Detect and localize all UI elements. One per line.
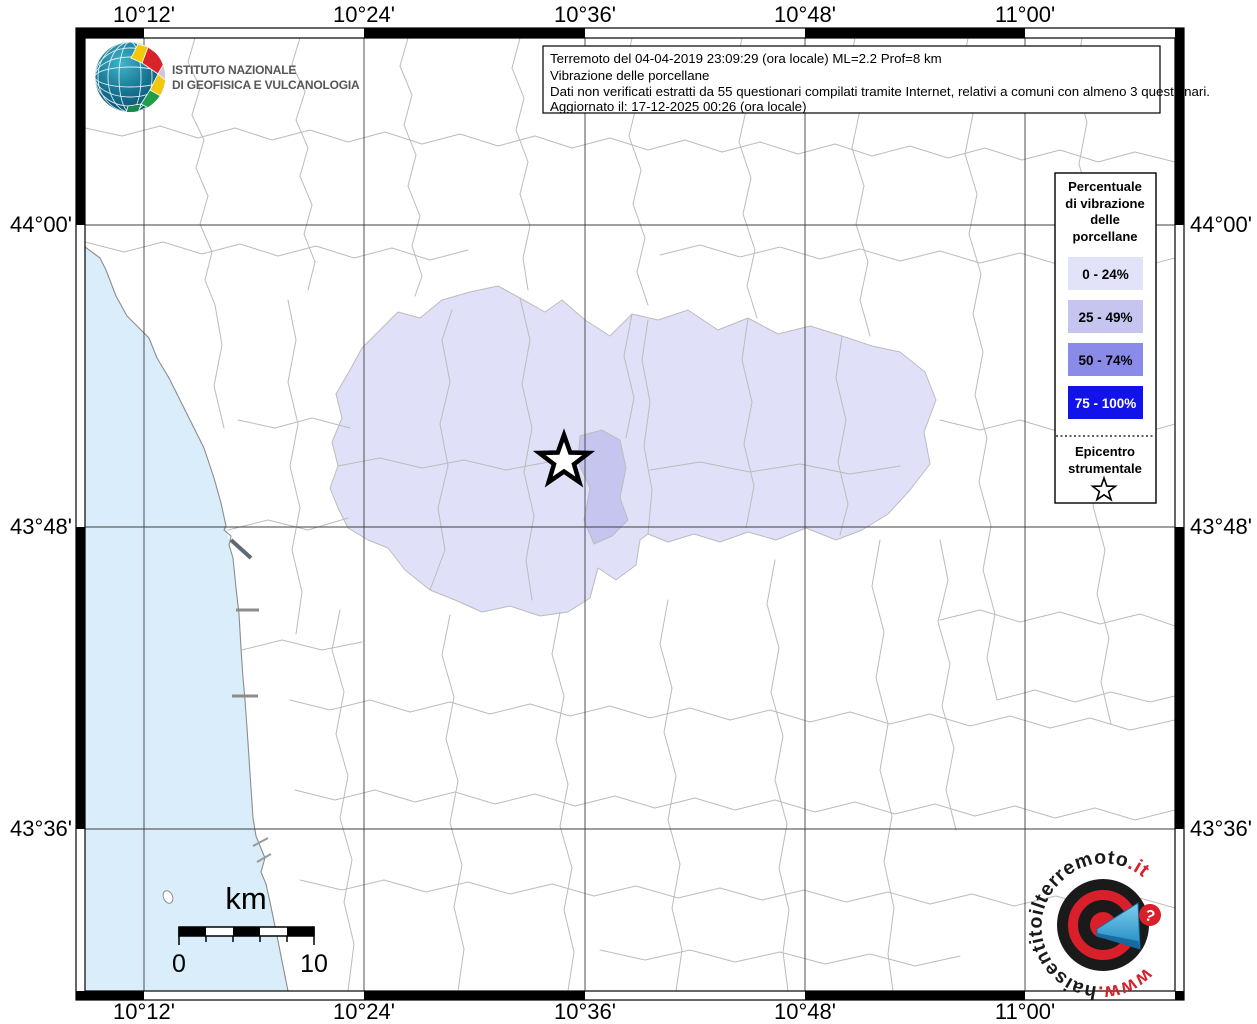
ingv-name-line1: ISTITUTO NAZIONALE [172,63,296,77]
right-axis-label-0: 44°00' [1190,212,1252,237]
left-axis-label-2: 43°36' [10,816,72,841]
legend-title-line4: porcellane [1072,229,1137,244]
left-axis-label-1: 43°48' [10,514,72,539]
map-area [85,38,1175,991]
legend-title-line3: delle [1090,212,1120,227]
scale-unit-label: km [225,881,266,916]
legend-class-label-1: 25 - 49% [1078,310,1132,325]
bottom-axis-label-2: 10°36' [554,999,616,1024]
axis-labels-right: 44°00' 43°48' 43°36' [1190,212,1252,841]
legend-class-label-2: 50 - 74% [1078,353,1132,368]
event-info-box: Terremoto del 04-04-2019 23:09:29 (ora l… [542,45,1210,114]
legend-title-line2: di vibrazione [1065,196,1144,211]
legend-class-label-3: 75 - 100% [1075,396,1137,411]
legend-epicenter-line1: Epicentro [1075,444,1135,459]
top-axis-label-0: 10°12' [113,2,175,27]
right-axis-label-1: 43°48' [1190,514,1252,539]
legend-class-label-0: 0 - 24% [1082,267,1129,282]
bottom-axis-label-1: 10°24' [333,999,395,1024]
left-axis-label-0: 44°00' [10,212,72,237]
top-axis-label-3: 10°48' [774,2,836,27]
legend-title-line1: Percentuale [1068,179,1142,194]
info-line-effect: Vibrazione delle porcellane [550,68,709,83]
axis-labels-top: 10°12' 10°24' 10°36' 10°48' 11°00' [113,2,1055,27]
top-axis-label-4: 11°00' [995,2,1055,27]
info-line-updated: Aggiornato il: 17-12-2025 00:26 (ora loc… [550,99,807,114]
bottom-axis-label-4: 11°00' [995,999,1055,1024]
info-line-disclaimer: Dati non verificati estratti da 55 quest… [550,84,1210,99]
scale-min-label: 0 [172,950,186,978]
legend-class-row: 0 - 24% [1068,257,1143,290]
legend-class-row: 25 - 49% [1068,300,1143,333]
legend: Percentuale di vibrazione delle porcella… [1054,172,1157,504]
ingv-name-line2: DI GEOFISICA E VULCANOLOGIA [172,78,360,92]
right-axis-label-2: 43°36' [1190,816,1252,841]
top-axis-label-2: 10°36' [554,2,616,27]
legend-class-row: 50 - 74% [1068,343,1143,376]
top-axis-label-1: 10°24' [333,2,395,27]
earthquake-intensity-map: 10°12' 10°24' 10°36' 10°48' 11°00' 10°12… [10,2,1252,1024]
info-line-event: Terremoto del 04-04-2019 23:09:29 (ora l… [550,51,942,66]
axis-labels-left: 44°00' 43°48' 43°36' [10,212,72,841]
bottom-axis-label-3: 10°48' [774,999,836,1024]
axis-labels-bottom: 10°12' 10°24' 10°36' 10°48' 11°00' [113,999,1055,1024]
legend-class-row: 75 - 100% [1068,386,1143,419]
scale-max-label: 10 [300,950,328,978]
bottom-axis-label-0: 10°12' [113,999,175,1024]
legend-epicenter-line2: strumentale [1068,461,1142,476]
